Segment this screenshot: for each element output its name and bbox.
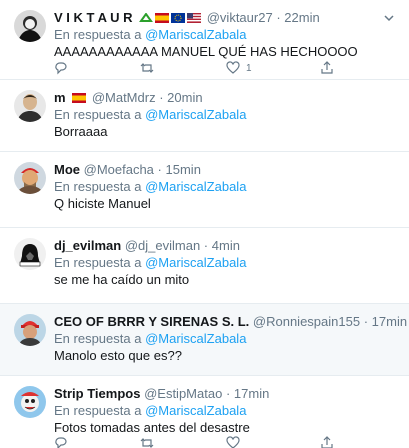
display-name[interactable]: Moe	[54, 162, 80, 177]
like-button[interactable]: 1	[226, 61, 252, 75]
usa-flag	[187, 11, 202, 23]
tweet-header: Moe @Moefacha · 15min	[54, 162, 399, 177]
tweet-header: m @MatMdrz · 20min	[54, 90, 399, 105]
avatar[interactable]	[14, 10, 46, 42]
replies-feed: V I K T A U R @viktaur27 · 22min En resp…	[0, 0, 409, 448]
reply-prefix: En respuesta a	[54, 255, 142, 270]
avatar[interactable]	[14, 314, 46, 346]
reply-prefix: En respuesta a	[54, 107, 142, 122]
retweet-icon	[140, 63, 154, 73]
display-name[interactable]: m	[54, 90, 66, 105]
reply-button[interactable]	[54, 61, 68, 75]
tweet-text: Borraaaa	[54, 124, 108, 139]
reply-mention[interactable]: @MariscalZabala	[145, 403, 246, 418]
reply-context: En respuesta a @MariscalZabala	[54, 255, 246, 270]
reply-icon	[55, 62, 67, 75]
reply-button[interactable]	[54, 436, 68, 448]
reply-prefix: En respuesta a	[54, 331, 142, 346]
share-icon	[321, 61, 333, 74]
reply-icon	[55, 437, 67, 448]
separator: ·	[363, 314, 369, 329]
tweet[interactable]: Moe @Moefacha · 15min En respuesta a @Ma…	[0, 152, 409, 228]
tweet-text: Q hiciste Manuel	[54, 196, 151, 211]
timestamp[interactable]: 15min	[166, 162, 201, 177]
reply-context: En respuesta a @MariscalZabala	[54, 403, 246, 418]
tweet-actions	[54, 436, 354, 448]
reply-prefix: En respuesta a	[54, 403, 142, 418]
tweet-text: se me ha caído un mito	[54, 272, 190, 287]
tweet-header: CEO OF BRRR Y SIRENAS S. L. @Ronniespain…	[54, 314, 407, 329]
retweet-button[interactable]	[140, 61, 154, 75]
tweet[interactable]: dj_evilman @dj_evilman · 4min En respues…	[0, 228, 409, 304]
spain-flag	[155, 11, 170, 23]
display-name[interactable]: dj_evilman	[54, 238, 121, 253]
timestamp[interactable]: 20min	[167, 90, 202, 105]
display-name[interactable]: V I K T A U R	[54, 10, 132, 25]
retweet-icon	[140, 438, 154, 448]
separator: ·	[225, 386, 231, 401]
heart-icon	[226, 436, 240, 448]
separator: ·	[276, 10, 281, 25]
tweet[interactable]: CEO OF BRRR Y SIRENAS S. L. @Ronniespain…	[0, 304, 409, 376]
timestamp[interactable]: 17min	[372, 314, 407, 329]
share-icon	[321, 436, 333, 448]
reply-mention[interactable]: @MariscalZabala	[145, 107, 246, 122]
handle[interactable]: @viktaur27	[207, 10, 273, 25]
tweet-header: V I K T A U R @viktaur27 · 22min	[54, 10, 399, 25]
tweet-text: Fotos tomadas antes del desastre	[54, 420, 250, 435]
tweet[interactable]: V I K T A U R @viktaur27 · 22min En resp…	[0, 0, 409, 80]
chevron-down-icon[interactable]	[383, 13, 395, 23]
handle[interactable]: @MatMdrz	[92, 90, 156, 105]
separator: ·	[159, 90, 164, 105]
reply-mention[interactable]: @MariscalZabala	[145, 179, 246, 194]
eu-flag	[171, 11, 186, 23]
handle[interactable]: @Moefacha	[84, 162, 154, 177]
timestamp[interactable]: 22min	[284, 10, 319, 25]
reply-mention[interactable]: @MariscalZabala	[145, 255, 246, 270]
avatar[interactable]	[14, 90, 46, 122]
timestamp[interactable]: 4min	[212, 238, 240, 253]
like-count: 1	[246, 62, 252, 74]
reply-prefix: En respuesta a	[54, 179, 142, 194]
spain-flag	[72, 91, 87, 103]
reply-context: En respuesta a @MariscalZabala	[54, 27, 246, 42]
avatar[interactable]	[14, 386, 46, 418]
reply-mention[interactable]: @MariscalZabala	[145, 331, 246, 346]
separator: ·	[157, 162, 162, 177]
reply-context: En respuesta a @MariscalZabala	[54, 179, 246, 194]
handle[interactable]: @EstipMatao	[144, 386, 222, 401]
like-button[interactable]	[226, 436, 240, 448]
recycle-icon	[139, 11, 154, 22]
heart-icon	[226, 61, 240, 74]
tweet-text: Manolo esto que es??	[54, 348, 182, 363]
avatar[interactable]	[14, 162, 46, 194]
tweet-header: dj_evilman @dj_evilman · 4min	[54, 238, 399, 253]
share-button[interactable]	[320, 61, 334, 75]
display-name[interactable]: Strip Tiempos	[54, 386, 140, 401]
avatar[interactable]	[14, 238, 46, 270]
timestamp[interactable]: 17min	[234, 386, 269, 401]
tweet-text: AAAAAAAAAAAA MANUEL QUÉ HAS HECHOOOO	[54, 44, 358, 59]
reply-prefix: En respuesta a	[54, 27, 142, 42]
tweet-header: Strip Tiempos @EstipMatao · 17min	[54, 386, 399, 401]
handle[interactable]: @Ronniespain155	[253, 314, 360, 329]
reply-mention[interactable]: @MariscalZabala	[145, 27, 246, 42]
tweet[interactable]: m @MatMdrz · 20min En respuesta a @Maris…	[0, 80, 409, 152]
handle[interactable]: @dj_evilman	[125, 238, 200, 253]
share-button[interactable]	[320, 436, 334, 448]
separator: ·	[203, 238, 209, 253]
tweet-actions: 1	[54, 61, 354, 75]
display-name[interactable]: CEO OF BRRR Y SIRENAS S. L.	[54, 314, 249, 329]
retweet-button[interactable]	[140, 436, 154, 448]
reply-context: En respuesta a @MariscalZabala	[54, 107, 246, 122]
reply-context: En respuesta a @MariscalZabala	[54, 331, 246, 346]
tweet[interactable]: Strip Tiempos @EstipMatao · 17min En res…	[0, 376, 409, 448]
